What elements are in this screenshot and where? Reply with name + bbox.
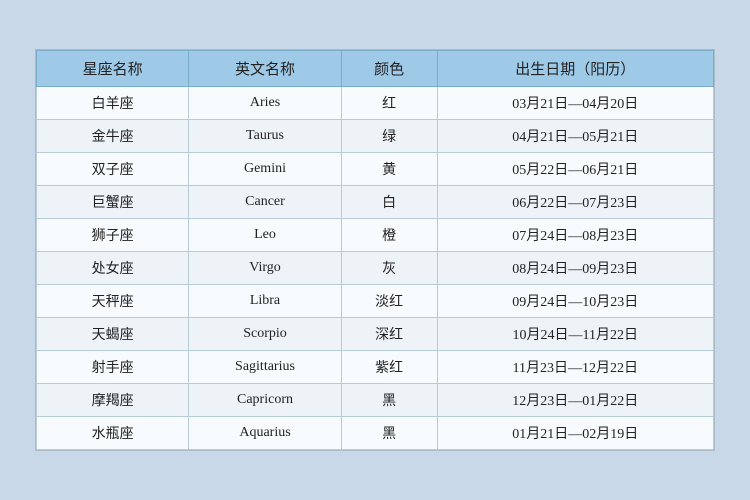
table-row: 水瓶座Aquarius黑01月21日—02月19日: [37, 417, 714, 450]
table-cell: Gemini: [189, 153, 341, 186]
table-row: 摩羯座Capricorn黑12月23日—01月22日: [37, 384, 714, 417]
table-cell: 摩羯座: [37, 384, 189, 417]
table-row: 巨蟹座Cancer白06月22日—07月23日: [37, 186, 714, 219]
table-cell: 03月21日—04月20日: [437, 87, 713, 120]
table-row: 狮子座Leo橙07月24日—08月23日: [37, 219, 714, 252]
table-cell: 01月21日—02月19日: [437, 417, 713, 450]
table-cell: 巨蟹座: [37, 186, 189, 219]
table-cell: Taurus: [189, 120, 341, 153]
table-cell: 10月24日—11月22日: [437, 318, 713, 351]
table-row: 天蝎座Scorpio深红10月24日—11月22日: [37, 318, 714, 351]
table-cell: 射手座: [37, 351, 189, 384]
table-cell: 紫红: [341, 351, 437, 384]
table-body: 白羊座Aries红03月21日—04月20日金牛座Taurus绿04月21日—0…: [37, 87, 714, 450]
table-cell: 黄: [341, 153, 437, 186]
table-cell: 07月24日—08月23日: [437, 219, 713, 252]
table-cell: 水瓶座: [37, 417, 189, 450]
table-cell: 12月23日—01月22日: [437, 384, 713, 417]
table-header-row: 星座名称英文名称颜色出生日期（阳历）: [37, 51, 714, 87]
zodiac-table-container: 星座名称英文名称颜色出生日期（阳历） 白羊座Aries红03月21日—04月20…: [35, 49, 715, 451]
table-cell: 深红: [341, 318, 437, 351]
table-cell: 红: [341, 87, 437, 120]
table-cell: 黑: [341, 384, 437, 417]
table-cell: Aries: [189, 87, 341, 120]
table-cell: 灰: [341, 252, 437, 285]
table-cell: 06月22日—07月23日: [437, 186, 713, 219]
table-cell: Scorpio: [189, 318, 341, 351]
table-row: 金牛座Taurus绿04月21日—05月21日: [37, 120, 714, 153]
table-header-cell: 出生日期（阳历）: [437, 51, 713, 87]
table-cell: 08月24日—09月23日: [437, 252, 713, 285]
table-cell: 金牛座: [37, 120, 189, 153]
table-cell: Libra: [189, 285, 341, 318]
zodiac-table: 星座名称英文名称颜色出生日期（阳历） 白羊座Aries红03月21日—04月20…: [36, 50, 714, 450]
table-row: 处女座Virgo灰08月24日—09月23日: [37, 252, 714, 285]
table-cell: 白羊座: [37, 87, 189, 120]
table-row: 天秤座Libra淡红09月24日—10月23日: [37, 285, 714, 318]
table-cell: 绿: [341, 120, 437, 153]
table-cell: Sagittarius: [189, 351, 341, 384]
table-cell: 黑: [341, 417, 437, 450]
table-cell: 淡红: [341, 285, 437, 318]
table-cell: Aquarius: [189, 417, 341, 450]
table-cell: 双子座: [37, 153, 189, 186]
table-cell: 04月21日—05月21日: [437, 120, 713, 153]
table-row: 射手座Sagittarius紫红11月23日—12月22日: [37, 351, 714, 384]
table-cell: 白: [341, 186, 437, 219]
table-cell: Cancer: [189, 186, 341, 219]
table-cell: 天蝎座: [37, 318, 189, 351]
table-cell: 11月23日—12月22日: [437, 351, 713, 384]
table-cell: 天秤座: [37, 285, 189, 318]
table-row: 白羊座Aries红03月21日—04月20日: [37, 87, 714, 120]
table-header-cell: 英文名称: [189, 51, 341, 87]
table-cell: Leo: [189, 219, 341, 252]
table-cell: 狮子座: [37, 219, 189, 252]
table-cell: Virgo: [189, 252, 341, 285]
table-header-cell: 颜色: [341, 51, 437, 87]
table-row: 双子座Gemini黄05月22日—06月21日: [37, 153, 714, 186]
table-cell: 处女座: [37, 252, 189, 285]
table-header-cell: 星座名称: [37, 51, 189, 87]
table-cell: 09月24日—10月23日: [437, 285, 713, 318]
table-cell: 橙: [341, 219, 437, 252]
table-cell: 05月22日—06月21日: [437, 153, 713, 186]
table-cell: Capricorn: [189, 384, 341, 417]
